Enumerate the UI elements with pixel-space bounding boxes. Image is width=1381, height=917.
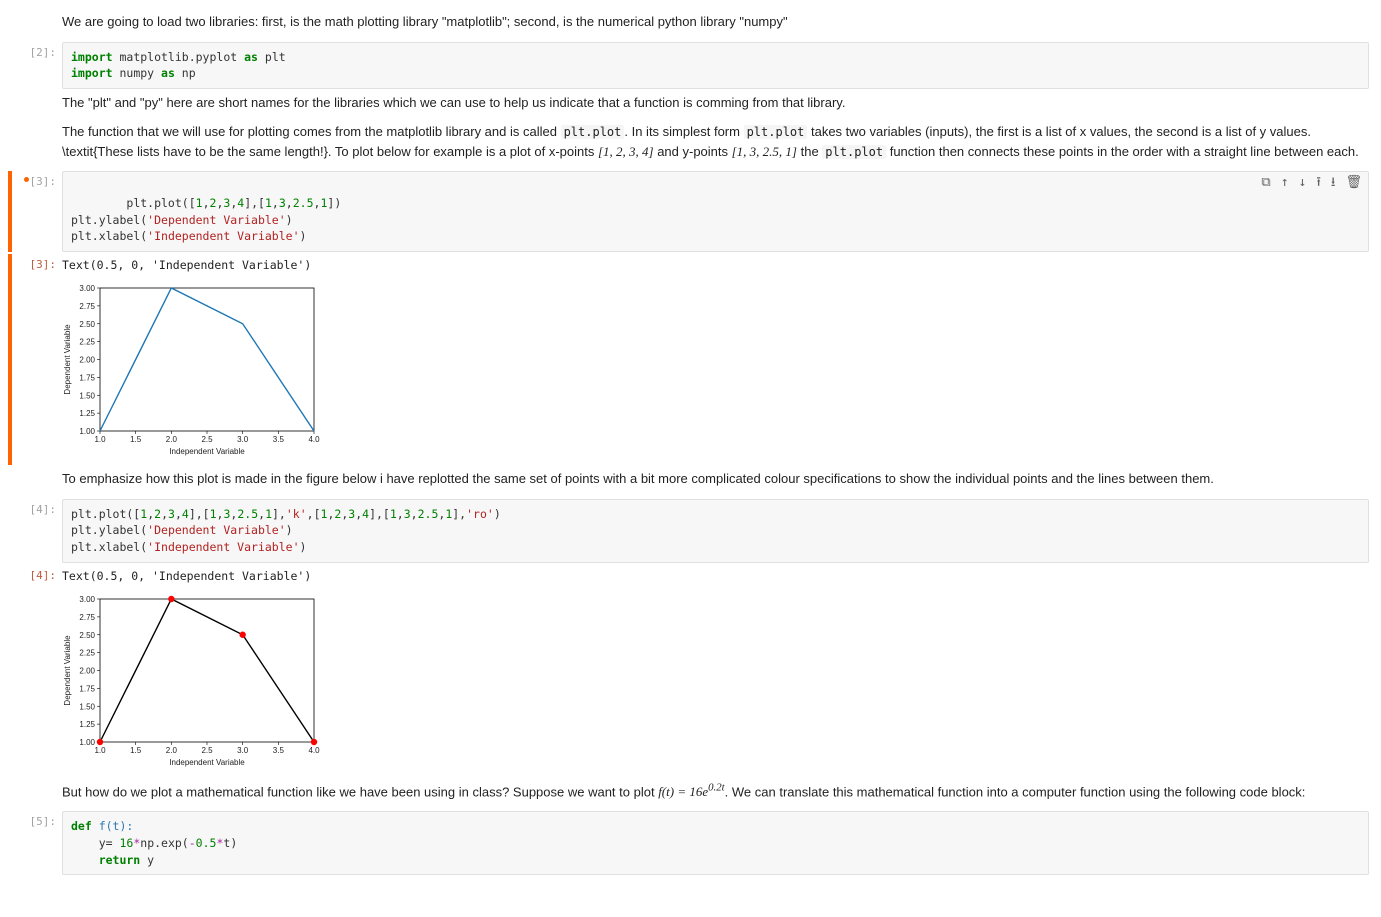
svg-text:2.75: 2.75 <box>79 302 95 311</box>
in-prompt-5: [5]: <box>12 811 62 875</box>
svg-text:2.0: 2.0 <box>166 435 178 444</box>
svg-text:2.5: 2.5 <box>201 435 213 444</box>
code-input-2[interactable]: import matplotlib.pyplot as plt import n… <box>62 42 1369 89</box>
markdown-text: But how do we plot a mathematical functi… <box>62 778 1369 810</box>
svg-text:1.75: 1.75 <box>79 373 95 382</box>
out-prompt-4: [4]: <box>12 565 62 776</box>
code-cell-2[interactable]: [2]: import matplotlib.pyplot as plt imp… <box>12 42 1369 89</box>
svg-text:4.0: 4.0 <box>308 746 320 755</box>
line-plot: 1.0 1.5 2.0 2.5 3.0 3.5 4.0 1.00 1.25 1.50 1.75 2.0… <box>62 282 322 457</box>
code-cell-4[interactable]: [4]: plt.plot([1,2,3,4],[1,3,2.5,1],'k',… <box>12 499 1369 563</box>
svg-text:Dependent Variable: Dependent Variable <box>63 324 72 395</box>
svg-text:2.50: 2.50 <box>79 630 95 639</box>
plot-output-4: 1.0 1.5 2.0 2.5 3.0 3.5 4.0 1.00 1.25 1.50 1.75 2.0… <box>62 589 1369 776</box>
out-prompt-3: [3]: <box>12 254 62 465</box>
svg-text:2.75: 2.75 <box>79 612 95 621</box>
in-prompt-2: [2]: <box>12 42 62 89</box>
svg-text:1.5: 1.5 <box>130 435 142 444</box>
output-cell-4: [4]: Text(0.5, 0, 'Independent Variable'… <box>12 565 1369 776</box>
markdown-text: We are going to load two libraries: firs… <box>62 10 1369 40</box>
output-cell-3: [3]: Text(0.5, 0, 'Independent Variable'… <box>12 254 1369 465</box>
insert-below-icon[interactable]: ⭳ <box>1331 176 1336 189</box>
svg-text:1.50: 1.50 <box>79 702 95 711</box>
output-text-3: Text(0.5, 0, 'Independent Variable') <box>62 254 1369 278</box>
markdown-text: To emphasize how this plot is made in th… <box>62 467 1369 497</box>
markdown-text: The "plt" and "py" here are short names … <box>62 93 1369 113</box>
svg-text:Independent Variable: Independent Variable <box>169 758 245 767</box>
prompt-empty <box>12 10 62 40</box>
svg-text:2.50: 2.50 <box>79 320 95 329</box>
svg-text:4.0: 4.0 <box>308 435 320 444</box>
svg-text:2.00: 2.00 <box>79 666 95 675</box>
svg-text:1.25: 1.25 <box>79 409 95 418</box>
markdown-cell: But how do we plot a mathematical functi… <box>12 778 1369 810</box>
svg-text:1.00: 1.00 <box>79 738 95 747</box>
delete-icon[interactable]: 🗑 <box>1345 176 1362 189</box>
svg-text:2.00: 2.00 <box>79 356 95 365</box>
output-text-4: Text(0.5, 0, 'Independent Variable') <box>62 565 1369 589</box>
svg-text:1.50: 1.50 <box>79 391 95 400</box>
svg-text:1.5: 1.5 <box>130 746 142 755</box>
markdown-cell: We are going to load two libraries: firs… <box>12 10 1369 40</box>
svg-text:1.0: 1.0 <box>94 746 106 755</box>
cell-toolbar: ⧉ ↑ ↓ ⭱ ⭳ 🗑 <box>1261 176 1362 189</box>
code-cell-5[interactable]: [5]: def f(t): y= 16*np.exp(-0.5*t) retu… <box>12 811 1369 875</box>
code-input-5[interactable]: def f(t): y= 16*np.exp(-0.5*t) return y <box>62 811 1369 875</box>
svg-text:Dependent Variable: Dependent Variable <box>63 634 72 705</box>
in-prompt-4: [4]: <box>12 499 62 563</box>
svg-text:3.5: 3.5 <box>273 746 285 755</box>
notebook: We are going to load two libraries: firs… <box>0 0 1381 917</box>
line-scatter-plot: 1.0 1.5 2.0 2.5 3.0 3.5 4.0 1.00 1.25 1.50 1.75 2.0… <box>62 593 322 768</box>
svg-text:1.75: 1.75 <box>79 684 95 693</box>
svg-text:1.0: 1.0 <box>94 435 106 444</box>
code-input-3[interactable]: ⧉ ↑ ↓ ⭱ ⭳ 🗑 plt.plot([1,2,3,4],[1,3,2.5,… <box>62 171 1369 252</box>
svg-text:Independent Variable: Independent Variable <box>169 447 245 456</box>
svg-text:3.00: 3.00 <box>79 595 95 604</box>
markdown-cell: To emphasize how this plot is made in th… <box>12 467 1369 497</box>
svg-text:3.00: 3.00 <box>79 284 95 293</box>
svg-text:2.5: 2.5 <box>201 746 213 755</box>
svg-text:3.0: 3.0 <box>237 746 249 755</box>
svg-text:3.5: 3.5 <box>273 435 285 444</box>
svg-text:3.0: 3.0 <box>237 435 249 444</box>
insert-above-icon[interactable]: ⭱ <box>1316 176 1321 189</box>
svg-text:2.25: 2.25 <box>79 648 95 657</box>
svg-text:1.25: 1.25 <box>79 720 95 729</box>
in-prompt-3: [3]: <box>12 171 62 252</box>
code-input-4[interactable]: plt.plot([1,2,3,4],[1,3,2.5,1],'k',[1,2,… <box>62 499 1369 563</box>
move-down-icon[interactable]: ↓ <box>1299 176 1307 189</box>
duplicate-icon[interactable]: ⧉ <box>1261 176 1270 189</box>
code-cell-3[interactable]: [3]: ⧉ ↑ ↓ ⭱ ⭳ 🗑 plt.plot([1,2,3,4],[1,3… <box>12 171 1369 252</box>
markdown-text: The function that we will use for plotti… <box>62 122 1369 161</box>
svg-text:1.00: 1.00 <box>79 427 95 436</box>
svg-text:2.0: 2.0 <box>166 746 178 755</box>
markdown-cell: The "plt" and "py" here are short names … <box>12 91 1369 170</box>
svg-text:2.25: 2.25 <box>79 338 95 347</box>
plot-output-3: 1.0 1.5 2.0 2.5 3.0 3.5 4.0 1.00 1.25 1.50 1.75 2.0… <box>62 278 1369 465</box>
move-up-icon[interactable]: ↑ <box>1281 176 1289 189</box>
